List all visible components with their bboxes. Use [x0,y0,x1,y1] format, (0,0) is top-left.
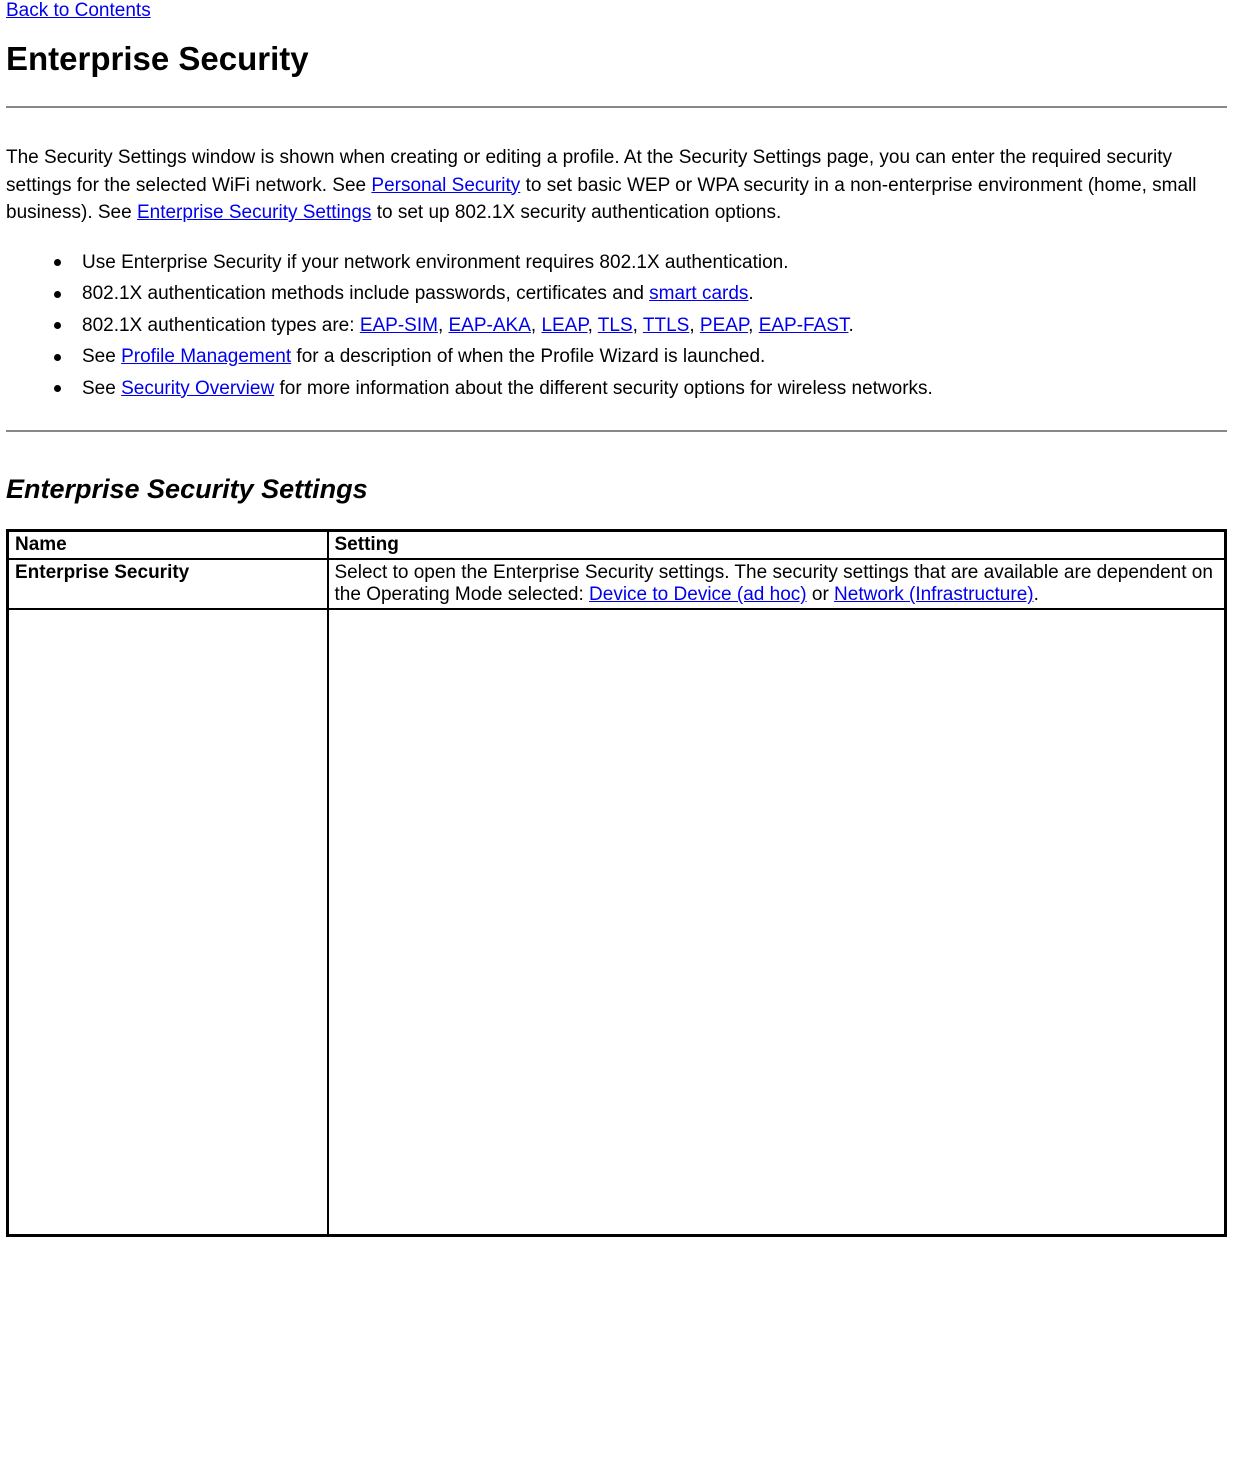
table-cell-text: . [1034,584,1039,605]
divider [6,106,1227,108]
intro-text: to set up 802.1X security authentication… [371,202,781,223]
list-item-text: 802.1X authentication types are: [82,315,360,336]
table-header-row: Name Setting [8,531,1226,560]
list-item-text: 802.1X authentication methods include pa… [82,283,649,304]
divider [6,430,1227,432]
network-infrastructure-link[interactable]: Network (Infrastructure) [834,584,1034,605]
list-item-sep: , [633,315,643,336]
list-item-text: See [82,346,121,367]
list-item-text: Use Enterprise Security if your network … [82,252,789,273]
leap-link[interactable]: LEAP [541,315,587,336]
document-page: Back to Contents Enterprise Security The… [0,0,1233,1237]
list-item-text: . [748,283,753,304]
ttls-link[interactable]: TTLS [643,315,689,336]
table-cell-empty [8,609,328,1236]
list-item: Use Enterprise Security if your network … [54,249,1227,277]
list-item: 802.1X authentication methods include pa… [54,280,1227,308]
smart-cards-link[interactable]: smart cards [649,283,748,304]
table-header-name: Name [8,531,328,560]
personal-security-link[interactable]: Personal Security [371,175,520,196]
security-overview-link[interactable]: Security Overview [121,378,274,399]
list-item-end: . [848,315,853,336]
list-item-sep: , [689,315,700,336]
enterprise-security-settings-link[interactable]: Enterprise Security Settings [137,202,371,223]
page-title: Enterprise Security [6,40,1227,78]
list-item: 802.1X authentication types are: EAP-SIM… [54,312,1227,340]
list-item-text: for a description of when the Profile Wi… [291,346,765,367]
tls-link[interactable]: TLS [598,315,633,336]
peap-link[interactable]: PEAP [700,315,748,336]
table-header-setting: Setting [328,531,1226,560]
list-item-sep: , [438,315,449,336]
table-cell-setting: Select to open the Enterprise Security s… [328,559,1226,609]
section-title: Enterprise Security Settings [6,474,1227,505]
intro-paragraph: The Security Settings window is shown wh… [6,144,1227,227]
list-item-text: See [82,378,121,399]
table-row-empty [8,609,1226,1236]
bullet-list: Use Enterprise Security if your network … [6,249,1227,403]
profile-management-link[interactable]: Profile Management [121,346,291,367]
eap-fast-link[interactable]: EAP-FAST [759,315,849,336]
back-to-contents-link[interactable]: Back to Contents [6,0,151,21]
list-item-sep: , [748,315,759,336]
list-item: See Profile Management for a description… [54,343,1227,371]
settings-table: Name Setting Enterprise Security Select … [6,529,1227,1237]
list-item-text: for more information about the different… [274,378,933,399]
table-cell-name: Enterprise Security [8,559,328,609]
eap-aka-link[interactable]: EAP-AKA [449,315,531,336]
table-row: Enterprise Security Select to open the E… [8,559,1226,609]
list-item-sep: , [531,315,542,336]
eap-sim-link[interactable]: EAP-SIM [360,315,438,336]
list-item-sep: , [588,315,598,336]
nav-top: Back to Contents [6,0,1227,22]
table-cell-empty [328,609,1226,1236]
device-to-device-link[interactable]: Device to Device (ad hoc) [589,584,807,605]
table-cell-text: or [807,584,834,605]
list-item: See Security Overview for more informati… [54,375,1227,403]
